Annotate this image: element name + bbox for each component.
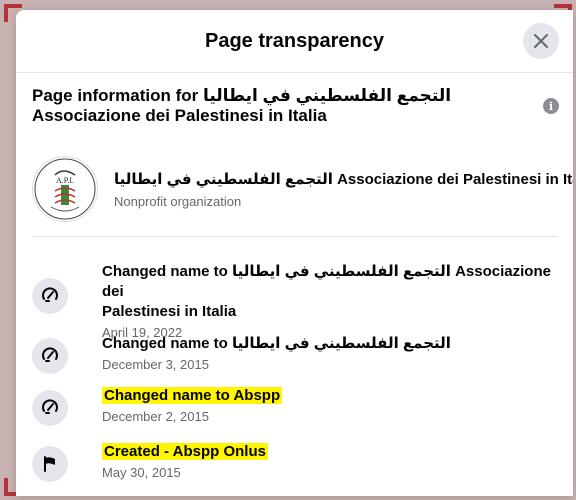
history-date: December 2, 2015 (102, 409, 209, 424)
flag-icon (32, 446, 68, 482)
page-transparency-dialog: Page transparency Page information for ا… (16, 10, 573, 496)
history-text: Changed name to Abspp December 2, 2015 (102, 386, 283, 426)
history-text: Changed name to التجمع الفلسطيني في ايطا… (102, 262, 562, 342)
close-button[interactable] (523, 23, 559, 59)
page-name[interactable]: التجمع الفلسطيني في ايطاليا Associazione… (114, 170, 573, 188)
history-date: May 30, 2015 (102, 465, 181, 480)
history-title: Changed name to التجمع الفلسطيني في ايطا… (102, 335, 451, 352)
history-title: Changed name to Abspp (102, 387, 283, 404)
page-category: Nonprofit organization (114, 194, 242, 209)
history-text: Changed name to التجمع الفلسطيني في ايطا… (102, 334, 451, 374)
history-title: Created - Abspp Onlus (102, 443, 268, 460)
history-text: Created - Abspp Onlus May 30, 2015 (102, 442, 268, 482)
info-icon[interactable]: i (543, 98, 559, 114)
history-title-continued: Palestinesi in Italia (102, 303, 237, 320)
name-change-icon (32, 390, 68, 426)
page-summary: A.P.I. التجمع الفلسطيني في ايطاليا Assoc… (32, 150, 573, 226)
close-icon (534, 34, 548, 48)
divider (32, 236, 557, 237)
dialog-title: Page transparency (205, 29, 384, 52)
name-change-icon (32, 278, 68, 314)
dialog-header: Page transparency (16, 10, 573, 73)
page-info-title-line2: Associazione dei Palestinesi in Italia (32, 106, 327, 125)
history-date: December 3, 2015 (102, 357, 209, 372)
name-change-icon (32, 338, 68, 374)
page-logo-image: A.P.I. (34, 158, 96, 220)
page-info-title: Page information for التجمع الفلسطيني في… (32, 86, 512, 126)
page-info-title-line1: Page information for التجمع الفلسطيني في… (32, 86, 452, 105)
page-logo[interactable]: A.P.I. (32, 156, 98, 222)
page-logo-letters: A.P.I. (56, 176, 74, 185)
history-title: Changed name to التجمع الفلسطيني في ايطا… (102, 263, 551, 300)
